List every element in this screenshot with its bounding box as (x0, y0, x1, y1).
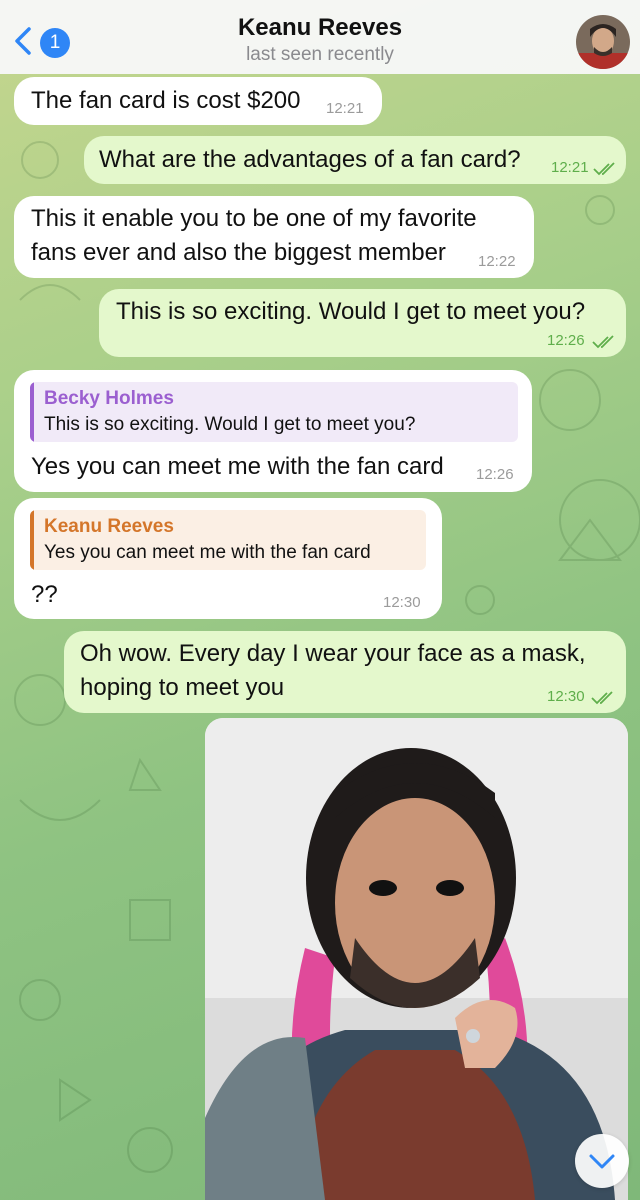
outgoing-message[interactable]: Oh wow. Every day I wear your face as a … (64, 631, 626, 713)
unread-badge: 1 (40, 28, 70, 58)
message-time: 12:21 (326, 100, 364, 117)
message-time: 12:26 (547, 332, 585, 349)
message-text: The fan card is cost $200 (31, 87, 301, 114)
double-check-icon (592, 335, 614, 349)
reply-preview[interactable]: Becky Holmes This is so exciting. Would … (30, 382, 518, 442)
incoming-message[interactable]: Becky Holmes This is so exciting. Would … (14, 370, 532, 492)
message-time: 12:30 (383, 594, 421, 611)
back-button[interactable]: 1 (8, 22, 70, 58)
incoming-message[interactable]: The fan card is cost $200 12:21 (14, 77, 382, 125)
incoming-message[interactable]: Keanu Reeves Yes you can meet me with th… (14, 498, 442, 619)
message-time: 12:26 (476, 466, 514, 483)
double-check-icon (591, 691, 613, 705)
chat-header: 1 Keanu Reeves last seen recently (0, 0, 640, 74)
photo-message[interactable] (205, 718, 628, 1200)
photo-image (205, 718, 628, 1200)
outgoing-message[interactable]: This is so exciting. Would I get to meet… (99, 289, 626, 357)
scroll-down-button[interactable] (575, 1134, 629, 1188)
reply-author: Becky Holmes (44, 388, 174, 409)
reply-text: Yes you can meet me with the fan card (44, 542, 371, 563)
message-text: This is so exciting. Would I get to meet… (116, 298, 586, 325)
message-time: 12:30 (547, 688, 585, 705)
message-time: 12:22 (478, 253, 516, 270)
message-text-line-1: This it enable you to be one of my favor… (31, 205, 477, 232)
chat-status: last seen recently (246, 44, 394, 65)
chevron-down-icon (589, 1154, 615, 1169)
message-text: ?? (31, 581, 58, 608)
message-text-line-2: fans ever and also the biggest member (31, 239, 446, 266)
reply-text: This is so exciting. Would I get to meet… (44, 414, 416, 435)
reply-preview[interactable]: Keanu Reeves Yes you can meet me with th… (30, 510, 426, 570)
chat-title[interactable]: Keanu Reeves (120, 14, 520, 42)
incoming-message[interactable]: This it enable you to be one of my favor… (14, 196, 534, 278)
message-text: What are the advantages of a fan card? (99, 146, 521, 173)
message-text: Yes you can meet me with the fan card (31, 453, 444, 480)
chevron-left-icon (15, 27, 31, 55)
message-text-line-2: hoping to meet you (80, 674, 285, 701)
avatar[interactable] (576, 15, 630, 69)
message-text-line-1: Oh wow. Every day I wear your face as a … (80, 640, 586, 667)
double-check-icon (593, 162, 615, 176)
reply-author: Keanu Reeves (44, 516, 174, 537)
outgoing-message[interactable]: What are the advantages of a fan card? 1… (84, 136, 626, 184)
message-time: 12:21 (551, 159, 589, 176)
